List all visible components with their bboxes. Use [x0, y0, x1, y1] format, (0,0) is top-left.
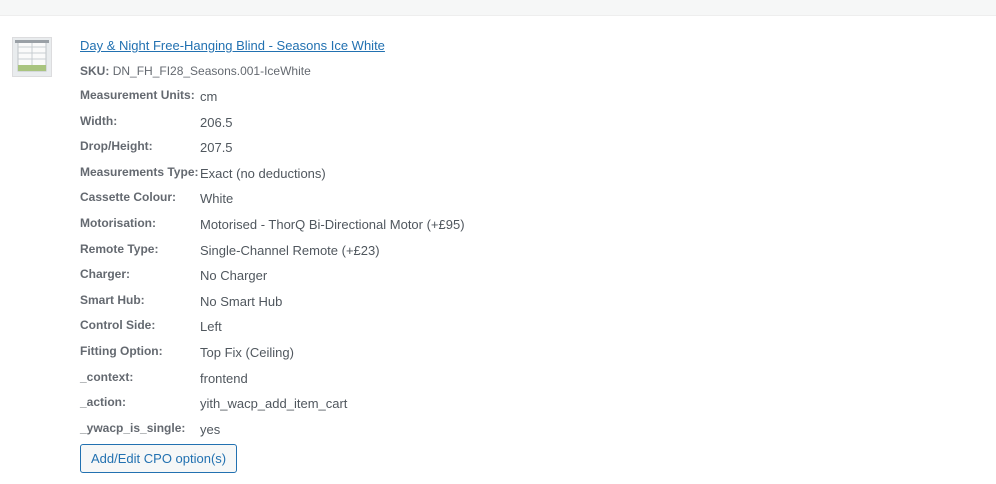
meta-row: Fitting Option: Top Fix (Ceiling): [80, 344, 680, 370]
meta-key: Control Side:: [80, 318, 156, 333]
meta-row: Width: 206.5: [80, 114, 680, 140]
meta-row: Measurement Units: cm: [80, 88, 680, 114]
meta-row: _context: frontend: [80, 370, 680, 396]
meta-key: _context:: [80, 369, 134, 384]
meta-key: _ywacp_is_single:: [80, 420, 186, 435]
item-meta-list: Measurement Units: cm Width: 206.5 Drop/He…: [80, 88, 680, 446]
meta-value: 207.5: [200, 140, 233, 156]
meta-row: Cassette Colour: White: [80, 190, 680, 216]
meta-value: White: [200, 191, 234, 207]
meta-key: _action:: [80, 395, 127, 410]
meta-key: Drop/Height:: [80, 139, 153, 154]
meta-row: Smart Hub: No Smart Hub: [80, 293, 680, 319]
meta-value: yith_wacp_add_item_cart: [200, 396, 348, 412]
meta-row: _ywacp_is_single: yes: [80, 421, 680, 447]
blind-product-icon: [13, 38, 51, 76]
product-thumbnail[interactable]: [12, 37, 52, 77]
meta-value: No Smart Hub: [200, 293, 283, 309]
meta-key: Smart Hub:: [80, 292, 145, 307]
meta-row: Charger: No Charger: [80, 267, 680, 293]
product-title-link[interactable]: Day & Night Free-Hanging Blind - Seasons…: [80, 38, 385, 53]
meta-value: Exact (no deductions): [200, 165, 326, 181]
sku-label: SKU:: [80, 64, 110, 78]
meta-key: Motorisation:: [80, 215, 156, 230]
meta-key: Measurement Units:: [80, 88, 195, 102]
meta-value: No Charger: [200, 268, 268, 284]
meta-value: Motorised - ThorQ Bi-Directional Motor (…: [200, 216, 465, 232]
meta-key: Width:: [80, 113, 118, 128]
meta-row: Control Side: Left: [80, 318, 680, 344]
meta-value: Left: [200, 319, 222, 335]
sku-value: DN_FH_FI28_Seasons.001-IceWhite: [112, 64, 311, 78]
meta-value: Top Fix (Ceiling): [200, 344, 294, 360]
meta-value: yes: [200, 421, 221, 437]
meta-value: Single-Channel Remote (+£23): [200, 242, 380, 258]
top-bar: [0, 0, 996, 16]
meta-value: frontend: [200, 370, 248, 386]
add-edit-cpo-button[interactable]: Add/Edit CPO option(s): [80, 444, 238, 473]
meta-row: Measurements Type: Exact (no deductions): [80, 165, 680, 191]
meta-key: Remote Type:: [80, 241, 159, 256]
meta-key: Measurements Type:: [80, 164, 199, 179]
meta-value: 206.5: [200, 114, 233, 130]
meta-key: Cassette Colour:: [80, 190, 177, 205]
meta-key: Fitting Option:: [80, 343, 163, 358]
meta-row: Motorisation: Motorised - ThorQ Bi-Direct…: [80, 216, 680, 242]
meta-row: Drop/Height: 207.5: [80, 139, 680, 165]
meta-row: Remote Type: Single-Channel Remote (+£23): [80, 242, 680, 268]
meta-key: Charger:: [80, 267, 131, 282]
sku-line: SKU: DN_FH_FI28_Seasons.001-IceWhite: [80, 64, 311, 78]
meta-row: _action: yith_wacp_add_item_cart: [80, 395, 680, 421]
meta-value: cm: [200, 89, 218, 104]
